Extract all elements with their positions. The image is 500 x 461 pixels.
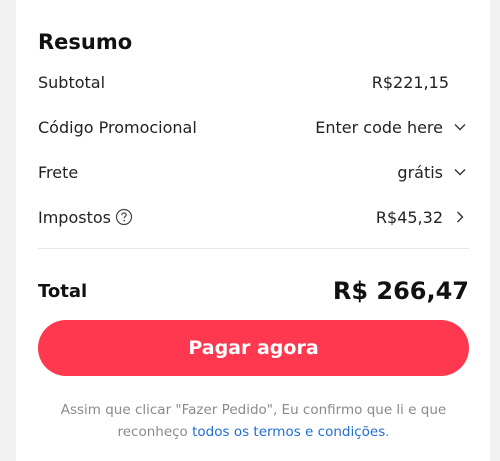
summary-title: Resumo	[38, 30, 133, 54]
shipping-label: Frete	[38, 162, 79, 182]
subtotal-label: Subtotal	[38, 72, 106, 92]
terms-link[interactable]: todos os termos e condições	[192, 424, 385, 440]
terms-disclaimer: Assim que clicar "Fazer Pedido", Eu conf…	[38, 399, 469, 443]
order-summary-card: Resumo Subtotal R$221,15 Código Promocio…	[16, 0, 490, 461]
subtotal-row: Subtotal R$221,15	[38, 69, 469, 95]
taxes-value[interactable]: R$45,32	[376, 208, 443, 227]
taxes-detail[interactable]: R$45,32	[376, 208, 469, 227]
shipping-row[interactable]: Frete grátis	[38, 159, 469, 185]
divider	[38, 248, 469, 249]
subtotal-value: R$221,15	[371, 72, 449, 92]
total-value: R$ 266,47	[332, 277, 469, 305]
pay-now-button[interactable]: Pagar agora	[38, 320, 469, 376]
disclaimer-end: .	[385, 424, 390, 440]
taxes-label: Impostos	[38, 207, 111, 227]
taxes-label-wrap: Impostos	[38, 208, 133, 227]
promo-code-placeholder[interactable]: Enter code here	[315, 118, 443, 137]
chevron-right-icon[interactable]	[451, 208, 469, 226]
promo-code-label: Código Promocional	[38, 117, 197, 137]
total-label: Total	[38, 280, 88, 302]
taxes-row[interactable]: Impostos R$45,32	[38, 204, 469, 230]
chevron-down-icon[interactable]	[451, 163, 469, 181]
promo-code-dropdown[interactable]: Enter code here	[315, 118, 469, 137]
subtotal-value-wrap: R$221,15	[372, 73, 469, 92]
shipping-value[interactable]: grátis	[397, 163, 443, 182]
chevron-down-icon[interactable]	[451, 118, 469, 136]
help-circle-icon[interactable]	[115, 208, 133, 226]
shipping-dropdown[interactable]: grátis	[397, 163, 469, 182]
total-row: Total R$ 266,47	[38, 274, 469, 308]
promo-code-row[interactable]: Código Promocional Enter code here	[38, 114, 469, 140]
